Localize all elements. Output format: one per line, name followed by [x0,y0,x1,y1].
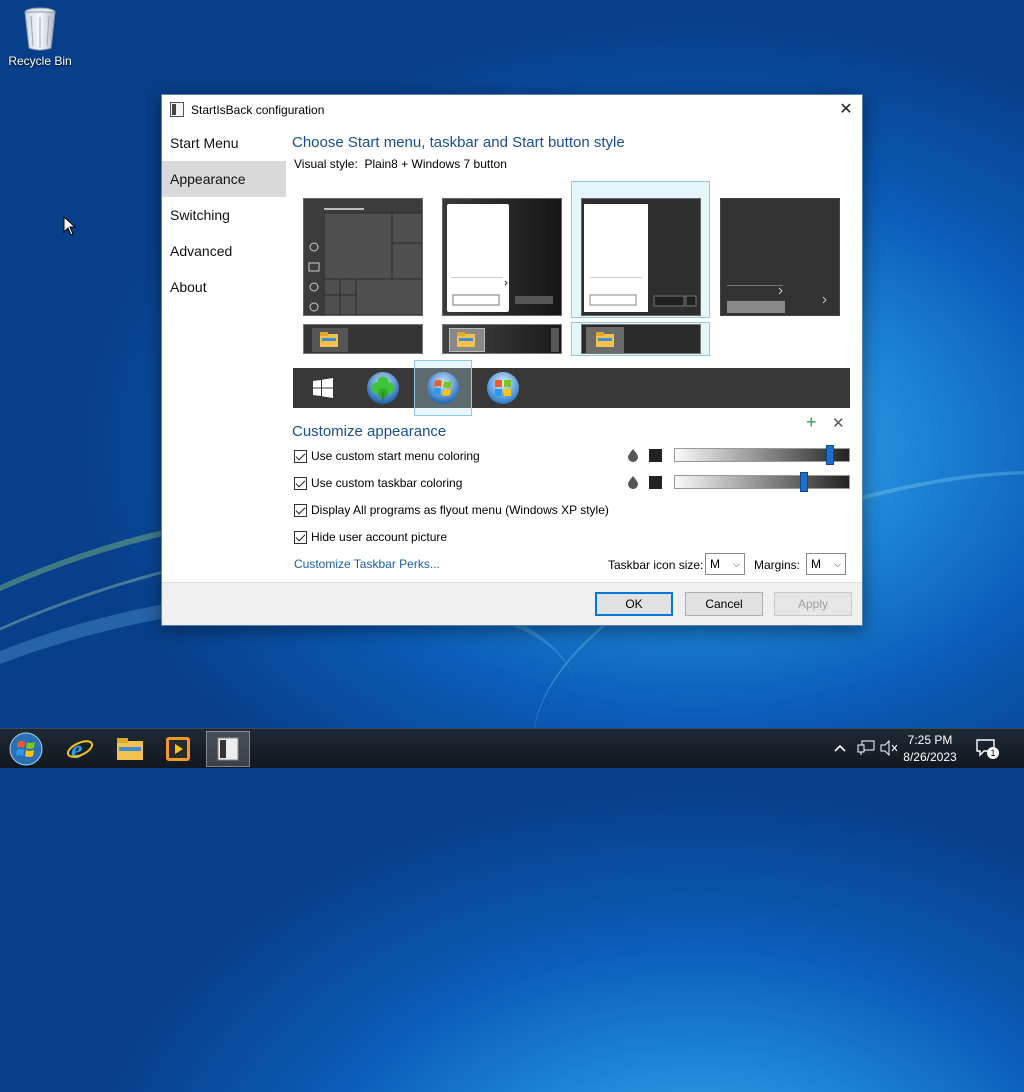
sidebar-item-about[interactable]: About [162,269,286,305]
windows-flag-orb-button[interactable] [487,372,519,404]
folder-icon [320,332,338,347]
system-clock[interactable]: 7:25 PM 8/26/2023 [900,732,960,766]
taskbar-style-windows7-thumbnail[interactable] [442,324,562,354]
sidebar-item-switching[interactable]: Switching [162,197,286,233]
taskbar-item-startisback-config[interactable] [206,731,250,767]
window-titlebar[interactable]: StartIsBack configuration ✕ [162,95,862,125]
start-menu-color-swatch[interactable] [649,449,662,462]
customize-heading: Customize appearance [292,423,447,440]
desktop-icon-recycle-bin[interactable]: Recycle Bin [4,6,76,68]
folder-icon [596,332,614,347]
margins-value: M [811,557,821,571]
taskbar-color-swatch[interactable] [649,476,662,489]
slider-knob[interactable] [826,445,834,465]
checkbox-label: Use custom start menu coloring [311,449,480,463]
sidebar-item-appearance[interactable]: Appearance [162,161,286,197]
clock-date: 8/26/2023 [903,750,957,764]
checkbox-checked[interactable] [294,476,307,490]
window-title: StartIsBack configuration [191,103,325,117]
checkbox-checked[interactable] [294,530,307,544]
start-button-style-bar [293,360,850,416]
checkbox-label: Use custom taskbar coloring [311,476,463,490]
close-icon: ✕ [839,101,853,118]
close-window-button[interactable]: ✕ [830,95,862,125]
checkbox-label: Hide user account picture [311,530,448,544]
apply-button[interactable]: Apply [774,592,852,616]
checkbox-label: Display All programs as flyout menu (Win… [311,503,609,517]
customize-taskbar-perks-link[interactable]: Customize Taskbar Perks... [294,557,440,571]
windows10-logo-button[interactable] [313,378,333,398]
checkbox-checked[interactable] [294,503,307,517]
taskbar-opacity-slider[interactable] [674,472,850,492]
hide-account-picture-checkbox[interactable]: Hide user account picture [294,528,447,546]
style-heading: Choose Start menu, taskbar and Start but… [292,134,625,151]
start-style-windows10-thumbnail[interactable] [303,198,423,316]
droplet-icon[interactable] [627,448,639,462]
action-center-button[interactable]: 1 [976,738,999,759]
margins-select[interactable]: M ⌵ [806,553,846,575]
remove-icon[interactable]: ✕ [832,414,845,432]
startisback-app-icon [217,737,239,761]
recycle-bin-label: Recycle Bin [8,54,72,68]
start-style-windows8-thumbnail[interactable] [720,198,840,316]
chevron-up-icon[interactable] [834,743,846,753]
media-player-icon [166,737,190,761]
dialog-footer: OK Cancel Apply [162,582,862,625]
taskbar-style-windows10-thumbnail[interactable] [303,324,423,354]
windows7-start-orb-button[interactable] [427,372,459,404]
clock-time: 7:25 PM [907,733,953,747]
settings-sidebar: Start Menu Appearance Switching Advanced… [162,125,286,305]
custom-start-menu-coloring-checkbox[interactable]: Use custom start menu coloring [294,447,480,465]
notification-count-badge: 1 [987,747,999,759]
taskbar-icon-size-select[interactable]: M ⌵ [705,553,745,575]
windows7-logo-icon [433,380,452,396]
chevron-down-icon: ⌵ [834,559,841,569]
network-icon[interactable] [857,740,875,756]
taskbar-item-media-player[interactable] [156,731,200,767]
startisback-config-window: StartIsBack configuration ✕ Start Menu A… [161,94,863,626]
internet-explorer-icon: e [66,735,94,763]
droplet-icon[interactable] [627,475,639,489]
folder-icon [457,332,475,347]
visual-style-line: Visual style: Plain8 + Windows 7 button [292,157,850,173]
taskbar-icon-size-label: Taskbar icon size: [608,558,704,572]
sidebar-item-start-menu[interactable]: Start Menu [162,125,286,161]
ok-button[interactable]: OK [595,592,673,616]
windows-flag-icon [495,380,511,396]
appearance-panel: Choose Start menu, taskbar and Start but… [292,125,850,173]
cancel-button[interactable]: Cancel [685,592,763,616]
taskbar-item-internet-explorer[interactable]: e [58,731,102,767]
taskbar-icon-size-value: M [710,557,720,571]
clover-icon [371,376,395,401]
taskbar: e 7:25 PM 8/26/2023 1 [0,728,1024,768]
folder-icon [117,738,143,760]
volume-muted-icon[interactable] [880,740,898,756]
mouse-cursor-icon [63,216,77,236]
flyout-all-programs-checkbox[interactable]: Display All programs as flyout menu (Win… [294,501,609,519]
windows-start-orb-icon [9,732,43,766]
visual-style-label: Visual style: [294,157,358,171]
taskbar-item-file-explorer[interactable] [108,731,152,767]
recycle-bin-icon [22,6,58,52]
start-button[interactable] [4,731,48,767]
checkbox-checked[interactable] [294,449,307,463]
sidebar-item-advanced[interactable]: Advanced [162,233,286,269]
svg-text:e: e [71,735,83,763]
visual-style-value: Plain8 + Windows 7 button [364,157,507,171]
start-menu-opacity-slider[interactable] [674,445,850,465]
taskbar-style-plain8-thumbnail[interactable] [581,324,701,354]
clover-start-orb-button[interactable] [367,372,399,404]
slider-knob[interactable] [800,472,808,492]
startisback-app-icon [170,102,184,117]
start-style-plain8-thumbnail[interactable] [581,198,701,316]
start-style-windows7-thumbnail[interactable] [442,198,562,316]
custom-taskbar-coloring-checkbox[interactable]: Use custom taskbar coloring [294,474,462,492]
add-icon[interactable]: + [806,412,817,433]
margins-label: Margins: [754,558,801,572]
chevron-down-icon: ⌵ [733,559,740,569]
